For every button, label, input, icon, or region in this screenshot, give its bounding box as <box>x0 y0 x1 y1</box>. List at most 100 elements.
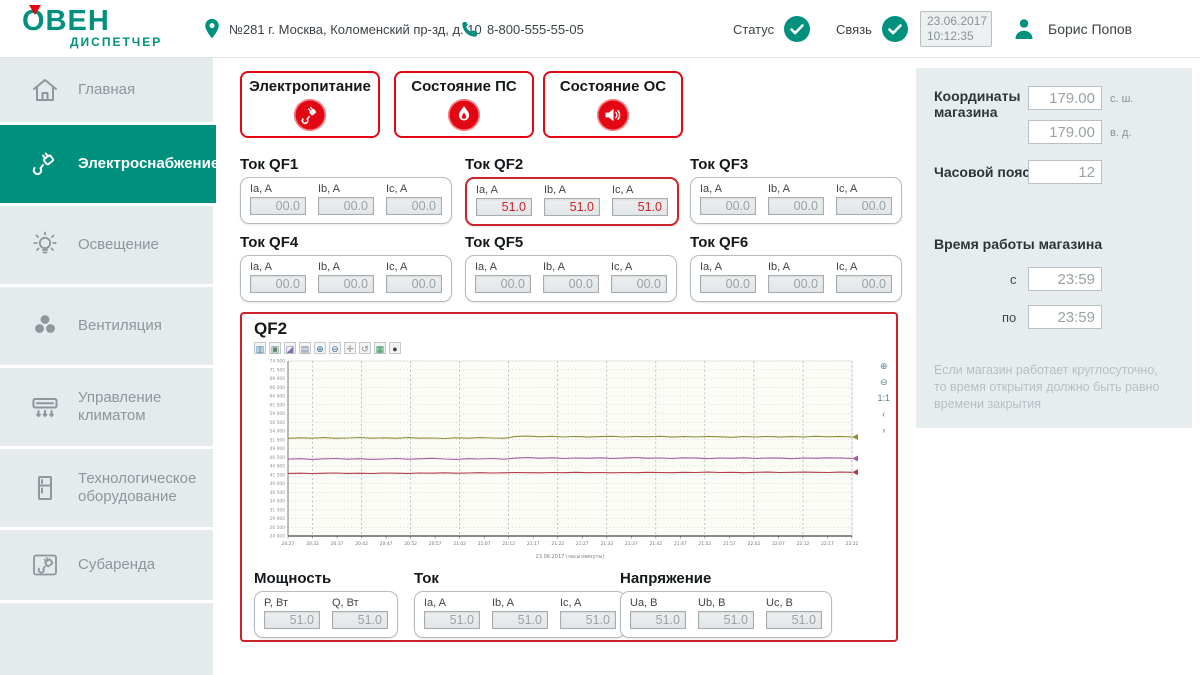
measure-field-label: Ic, A <box>386 183 442 195</box>
save-icon[interactable]: ▥ <box>254 342 266 354</box>
one-to-one-icon[interactable]: 1:1 <box>877 394 890 403</box>
curves-icon[interactable]: ◪ <box>284 342 296 354</box>
sidebar-item-plug[interactable]: Электроснабжение <box>0 125 216 203</box>
measure-field-value[interactable]: 51.0 <box>476 198 532 216</box>
measure-field-value[interactable]: 00.0 <box>250 275 306 293</box>
measure-field: Ib, A51.0 <box>492 597 548 629</box>
measure-field-value[interactable]: 51.0 <box>612 198 668 216</box>
sidebar-item-fan[interactable]: Вентиляция <box>0 287 213 365</box>
status-label: Статус <box>733 22 774 37</box>
measure-field-label: Ia, A <box>700 183 756 195</box>
measure-field-value[interactable]: 51.0 <box>544 198 600 216</box>
power-plug-button[interactable]: Электропитание <box>240 71 380 138</box>
longitude-field[interactable]: 179.00 <box>1028 120 1102 144</box>
svg-text:29 000: 29 000 <box>270 516 286 522</box>
time-text: 10:12:35 <box>927 29 985 44</box>
measure-field-label: Ib, A <box>768 183 824 195</box>
brand-logo[interactable]: ОВЕН ДИСПЕТЧЕР <box>22 6 192 49</box>
measure-field-label: Ia, A <box>250 261 306 273</box>
prev-icon[interactable]: ‹ <box>882 410 885 419</box>
worktime-to-field[interactable]: 23:59 <box>1028 305 1102 329</box>
trend-chart-canvas[interactable]: 24 00026 50029 00031 50034 00036 50039 0… <box>252 356 864 564</box>
svg-text:22:22: 22:22 <box>846 541 859 547</box>
measure-field-value[interactable]: 51.0 <box>264 611 320 629</box>
speaker-button[interactable]: Состояние ОС <box>543 71 683 138</box>
latitude-field[interactable]: 179.00 <box>1028 86 1102 110</box>
measure-field-label: Ib, A <box>318 183 374 195</box>
measure-field-value[interactable]: 51.0 <box>492 611 548 629</box>
svg-text:22:02: 22:02 <box>748 541 761 547</box>
sidebar-item-home[interactable]: Главная <box>0 58 213 122</box>
measure-field-value[interactable]: 00.0 <box>836 197 892 215</box>
svg-text:44 000: 44 000 <box>270 464 286 470</box>
alert-button-label: Состояние ОС <box>560 78 666 95</box>
qf6-panel: Ток QF6Ia, A00.0Ib, A00.0Ic, A00.0 <box>690 234 902 302</box>
zoom-in-icon[interactable]: ⊕ <box>880 362 888 371</box>
timezone-field[interactable]: 12 <box>1028 160 1102 184</box>
current-group-title: Ток <box>414 570 626 587</box>
svg-text:71 500: 71 500 <box>270 367 286 373</box>
measure-field: Ia, A51.0 <box>476 184 532 216</box>
svg-text:46 500: 46 500 <box>270 455 286 461</box>
zoom-out-icon[interactable]: ⊖ <box>329 342 341 354</box>
svg-text:20:27: 20:27 <box>282 541 295 547</box>
current-user[interactable]: Борис Попов <box>1012 0 1132 58</box>
measure-field-value[interactable]: 51.0 <box>560 611 616 629</box>
svg-text:20:57: 20:57 <box>429 541 442 547</box>
link-ok-icon <box>882 16 908 42</box>
print-icon[interactable]: ▤ <box>299 342 311 354</box>
svg-text:61 500: 61 500 <box>270 402 286 408</box>
measure-field-value[interactable]: 00.0 <box>318 275 374 293</box>
measure-field-value[interactable]: 00.0 <box>700 275 756 293</box>
voltage-group-title: Напряжение <box>620 570 832 587</box>
measure-field-value[interactable]: 00.0 <box>386 275 442 293</box>
crosshair-icon[interactable]: ✛ <box>344 342 356 354</box>
measure-field-label: Ib, A <box>768 261 824 273</box>
sidebar-item-bulb[interactable]: Освещение <box>0 206 213 284</box>
svg-text:21:22: 21:22 <box>551 541 564 547</box>
svg-text:21:07: 21:07 <box>478 541 491 547</box>
power-plug-icon <box>294 99 326 131</box>
measure-field-value[interactable]: 51.0 <box>424 611 480 629</box>
sidebar-item-fridge[interactable]: Технологическое оборудование <box>0 449 213 527</box>
date-text: 23.06.2017 <box>927 14 985 29</box>
measure-field-value[interactable]: 00.0 <box>836 275 892 293</box>
svg-text:59 000: 59 000 <box>270 411 286 417</box>
record-icon[interactable]: ● <box>389 342 401 354</box>
zoom-out-icon[interactable]: ⊖ <box>880 378 888 387</box>
legend-icon[interactable]: ▦ <box>374 342 386 354</box>
measure-field-value[interactable]: 00.0 <box>768 275 824 293</box>
measure-field-value[interactable]: 00.0 <box>611 275 667 293</box>
undo-icon[interactable]: ↺ <box>359 342 371 354</box>
voltage-group: НапряжениеUa, B51.0Ub, B51.0Uc, B51.0 <box>620 570 832 638</box>
measure-field-value[interactable]: 00.0 <box>700 197 756 215</box>
svg-text:36 500: 36 500 <box>270 490 286 496</box>
measure-field-value[interactable]: 00.0 <box>475 275 531 293</box>
measure-field-value[interactable]: 00.0 <box>318 197 374 215</box>
measure-field-value[interactable]: 00.0 <box>543 275 599 293</box>
svg-text:34 000: 34 000 <box>270 499 286 505</box>
measure-field-value[interactable]: 51.0 <box>630 611 686 629</box>
measure-field-value[interactable]: 51.0 <box>332 611 388 629</box>
measure-field-value[interactable]: 51.0 <box>698 611 754 629</box>
chart-title: QF2 <box>254 319 287 339</box>
measure-field: Uc, B51.0 <box>766 597 822 629</box>
measure-field-value[interactable]: 51.0 <box>766 611 822 629</box>
worktime-from-field[interactable]: 23:59 <box>1028 267 1102 291</box>
qf2-panel: Ток QF2Ia, A51.0Ib, A51.0Ic, A51.0 <box>465 156 679 226</box>
measure-field-value[interactable]: 00.0 <box>768 197 824 215</box>
svg-text:49 000: 49 000 <box>270 446 286 452</box>
zoom-in-icon[interactable]: ⊕ <box>314 342 326 354</box>
fire-button[interactable]: Состояние ПС <box>394 71 534 138</box>
sidebar-item-label: Вентиляция <box>78 317 162 335</box>
qf3-panel-box: Ia, A00.0Ib, A00.0Ic, A00.0 <box>690 177 902 224</box>
sidebar-item-climate[interactable]: Управление климатом <box>0 368 213 446</box>
measure-field: Ub, B51.0 <box>698 597 754 629</box>
snapshot-icon[interactable]: ▣ <box>269 342 281 354</box>
sidebar-item-sublease[interactable]: Субаренда <box>0 530 213 600</box>
measure-field-value[interactable]: 00.0 <box>250 197 306 215</box>
measure-field: Ia, A 00.0 <box>700 183 756 215</box>
measure-field-value[interactable]: 00.0 <box>386 197 442 215</box>
next-icon[interactable]: › <box>882 426 885 435</box>
svg-text:69 000: 69 000 <box>270 376 286 382</box>
